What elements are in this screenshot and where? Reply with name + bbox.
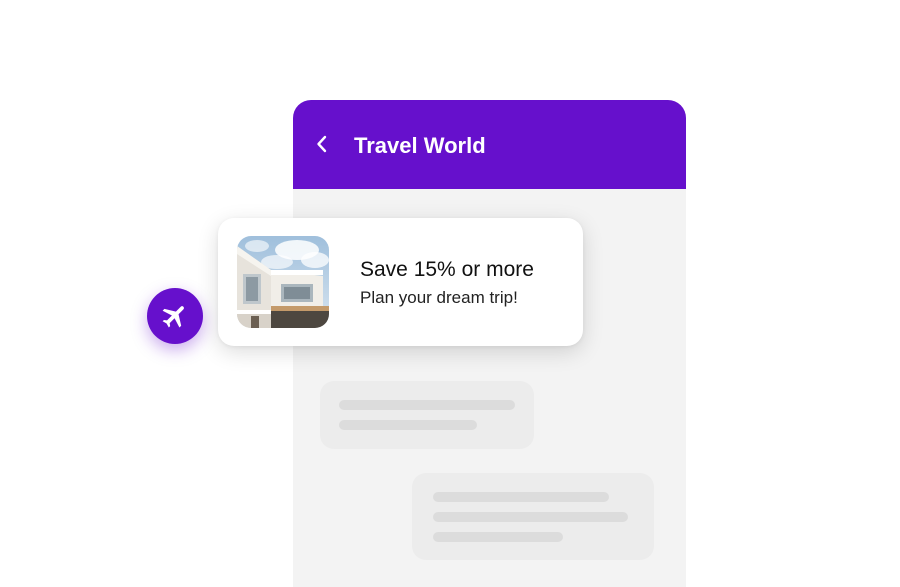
text-placeholder-line [339,400,515,410]
promo-title: Save 15% or more [360,258,534,281]
hotel-building-photo [237,236,329,328]
airplane-icon [162,306,184,328]
chevron-left-icon [317,135,327,153]
text-placeholder-line [433,492,609,502]
back-button[interactable] [311,133,333,155]
promo-subtitle: Plan your dream trip! [360,288,518,307]
text-placeholder-line [433,532,563,542]
text-placeholder-line [339,420,477,430]
chat-bubble-placeholder [412,473,654,560]
chat-bubble-placeholder [320,381,534,449]
airplane-badge [147,288,203,344]
app-header: Travel World [293,100,686,189]
promo-card[interactable]: Save 15% or more Plan your dream trip! [218,218,583,346]
page-title: Travel World [354,133,486,158]
text-placeholder-line [433,512,628,522]
